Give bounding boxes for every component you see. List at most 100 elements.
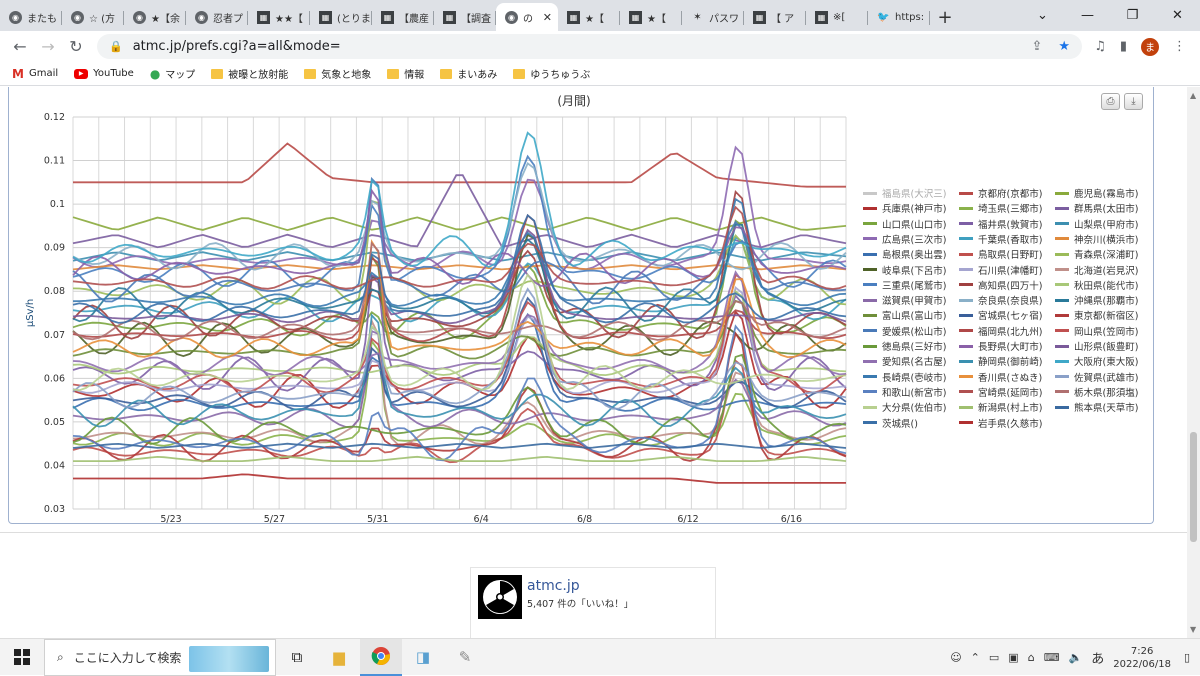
new-tab-button[interactable]: + xyxy=(930,3,960,31)
side-panel-icon[interactable]: ▮ xyxy=(1120,39,1127,54)
legend-item[interactable]: 徳島県(三好市) xyxy=(863,339,946,353)
bookmark-folder[interactable]: 情報 xyxy=(387,66,424,81)
scrollbar-thumb[interactable] xyxy=(1190,432,1197,542)
bookmark-folder[interactable]: ゆうちゅうぶ xyxy=(513,66,590,81)
legend-item[interactable]: 青森県(深浦町) xyxy=(1055,247,1138,261)
legend-item[interactable]: 宮崎県(延岡市) xyxy=(959,385,1042,399)
tab-4[interactable]: ▦ ★★【 xyxy=(248,3,310,31)
legend-item[interactable]: 奈良県(奈良県) xyxy=(959,293,1042,307)
bookmark-folder[interactable]: 被曝と放射能 xyxy=(211,66,288,81)
file-explorer-icon[interactable]: ▆ xyxy=(318,639,360,676)
legend-item[interactable]: 千葉県(香取市) xyxy=(959,232,1042,246)
tab-13[interactable]: ▦ ※[ xyxy=(806,3,868,31)
pen-app-icon[interactable]: ✎ xyxy=(444,639,486,676)
keyboard-icon[interactable]: ⌨ xyxy=(1044,651,1060,664)
legend-item[interactable]: 静岡県(御前崎) xyxy=(959,354,1042,368)
taskbar-search[interactable]: ⌕ ここに入力して検索 xyxy=(44,638,276,676)
legend-item[interactable]: 大阪府(東大阪) xyxy=(1055,354,1138,368)
people-icon[interactable]: ☺ xyxy=(950,651,961,664)
tab-0[interactable]: ◉ またも xyxy=(0,3,62,31)
legend-item[interactable]: 愛知県(名古屋) xyxy=(863,354,946,368)
page-scrollbar[interactable]: ▲ ▼ xyxy=(1187,87,1200,638)
legend-item[interactable]: 福井県(敦賀市) xyxy=(959,217,1042,231)
tab-1[interactable]: ◉ ☆ (方 xyxy=(62,3,124,31)
legend-item[interactable]: 岩手県(久慈市) xyxy=(959,416,1042,430)
legend-item[interactable]: 鹿児島(霧島市) xyxy=(1055,186,1138,200)
legend-item[interactable]: 佐賀県(武雄市) xyxy=(1055,370,1138,384)
clock[interactable]: 7:26 2022/06/18 xyxy=(1113,645,1171,671)
legend-item[interactable]: 秋田県(能代市) xyxy=(1055,278,1138,292)
reload-button[interactable]: ↻ xyxy=(62,37,90,56)
tab-search-icon[interactable]: ⌄ xyxy=(1020,0,1065,30)
tab-12[interactable]: ▦ 【 ア xyxy=(744,3,806,31)
legend-item[interactable]: 長崎県(壱岐市) xyxy=(863,370,946,384)
legend-item[interactable]: 茨城県() xyxy=(863,416,918,430)
notification-icon[interactable]: ▯ xyxy=(1184,651,1190,664)
bookmark-star-icon[interactable]: ★ xyxy=(1058,39,1070,54)
task-view-icon[interactable]: ⧉ xyxy=(276,639,318,676)
facebook-page-widget[interactable]: atmc.jp 5,407 件の「いいね！」 xyxy=(470,567,716,638)
tab-14[interactable]: 🐦 https: xyxy=(868,3,930,31)
tab-9[interactable]: ▦ ★【 xyxy=(558,3,620,31)
legend-item[interactable]: 埼玉県(三郷市) xyxy=(959,201,1042,215)
bookmark-maps[interactable]: ● マップ xyxy=(150,66,195,82)
tab-10[interactable]: ▦ ★【 xyxy=(620,3,682,31)
legend-item[interactable]: 北海道(岩見沢) xyxy=(1055,263,1138,277)
legend-item[interactable]: 東京都(新宿区) xyxy=(1055,308,1138,322)
legend-item[interactable]: 山梨県(甲府市) xyxy=(1055,217,1138,231)
tab-8[interactable]: ◉ の ✕ xyxy=(496,3,558,31)
close-button[interactable]: ✕ xyxy=(1155,0,1200,30)
scroll-up-icon[interactable]: ▲ xyxy=(1190,91,1196,100)
battery-icon[interactable]: ▭ xyxy=(989,651,999,664)
bookmark-folder[interactable]: まいあみ xyxy=(440,66,497,81)
profile-avatar[interactable]: ま xyxy=(1141,37,1159,56)
legend-item[interactable]: 兵庫県(神戸市) xyxy=(863,201,946,215)
legend-item[interactable]: 福岡県(北九州) xyxy=(959,324,1042,338)
ime-indicator[interactable]: あ xyxy=(1091,648,1104,667)
tab-7[interactable]: ▦ 【調査 xyxy=(434,3,496,31)
tab-6[interactable]: ▦ 【農産 xyxy=(372,3,434,31)
close-tab-icon[interactable]: ✕ xyxy=(543,11,552,24)
legend-item[interactable]: 香川県(さぬき) xyxy=(959,370,1042,384)
legend-item[interactable]: 広島県(三次市) xyxy=(863,232,946,246)
legend-item[interactable]: 沖縄県(那覇市) xyxy=(1055,293,1138,307)
legend-item[interactable]: 新潟県(村上市) xyxy=(959,400,1042,414)
legend-item[interactable]: 山形県(飯豊町) xyxy=(1055,339,1138,353)
forward-button[interactable]: → xyxy=(34,37,62,56)
tab-5[interactable]: ▦ (とりま xyxy=(310,3,372,31)
scroll-down-icon[interactable]: ▼ xyxy=(1190,625,1196,634)
legend-item[interactable]: 島根県(奥出雲) xyxy=(863,247,946,261)
chrome-icon[interactable] xyxy=(360,638,402,676)
legend-item[interactable]: 京都府(京都市) xyxy=(959,186,1042,200)
legend-item[interactable]: 神奈川(横浜市) xyxy=(1055,232,1138,246)
url-field[interactable]: 🔒 atmc.jp/prefs.cgi?a=all&mode= ⇪ ★ xyxy=(97,34,1082,59)
legend-item[interactable]: 高知県(四万十) xyxy=(959,278,1042,292)
network-icon[interactable]: ⌂ xyxy=(1028,651,1035,664)
legend-item[interactable]: 三重県(尾鷲市) xyxy=(863,278,946,292)
legend-item[interactable]: 鳥取県(日野町) xyxy=(959,247,1042,261)
tab-11[interactable]: ✶ パスワ xyxy=(682,3,744,31)
legend-item[interactable]: 和歌山(新宮市) xyxy=(863,385,946,399)
legend-item[interactable]: 福島県(大沢三) xyxy=(863,186,946,200)
tab-2[interactable]: ◉ ★【余 xyxy=(124,3,186,31)
legend-item[interactable]: 長野県(大町市) xyxy=(959,339,1042,353)
menu-icon[interactable]: ⋮ xyxy=(1173,39,1186,54)
legend-item[interactable]: 熊本県(天草市) xyxy=(1055,400,1138,414)
windows-start-icon[interactable] xyxy=(0,639,44,676)
legend-item[interactable]: 栃木県(那須塩) xyxy=(1055,385,1138,399)
legend-item[interactable]: 宮城県(七ヶ宿) xyxy=(959,308,1042,322)
minimize-button[interactable]: — xyxy=(1065,0,1110,30)
chevron-up-icon[interactable]: ⌃ xyxy=(971,651,980,664)
facebook-page-name[interactable]: atmc.jp xyxy=(527,578,580,594)
legend-item[interactable]: 滋賀県(甲賀市) xyxy=(863,293,946,307)
print-icon[interactable]: ⎙ xyxy=(1101,93,1120,110)
legend-item[interactable]: 岡山県(笠岡市) xyxy=(1055,324,1138,338)
bookmark-gmail[interactable]: M Gmail xyxy=(12,67,58,81)
legend-item[interactable]: 石川県(津幡町) xyxy=(959,263,1042,277)
speaker-icon[interactable]: 🔈 xyxy=(1069,651,1083,664)
legend-item[interactable]: 群馬県(太田市) xyxy=(1055,201,1138,215)
download-icon[interactable]: ⤓ xyxy=(1124,93,1143,110)
bookmark-folder[interactable]: 気象と地象 xyxy=(304,66,371,81)
maximize-button[interactable]: ❐ xyxy=(1110,0,1155,30)
legend-item[interactable]: 岐阜県(下呂市) xyxy=(863,263,946,277)
